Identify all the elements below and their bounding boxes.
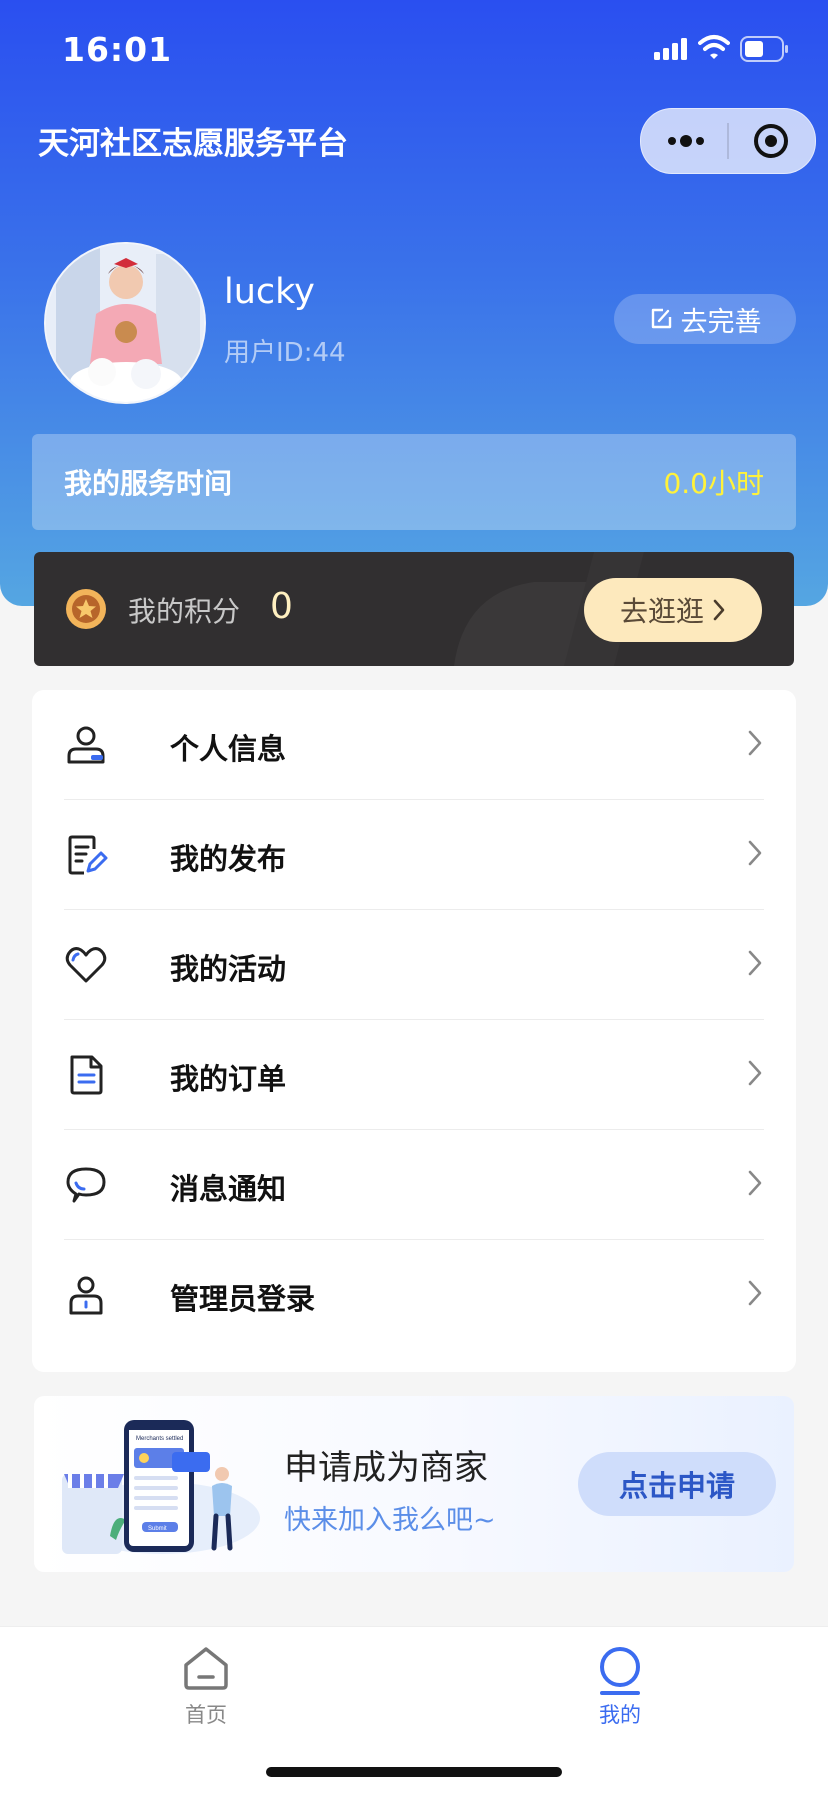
illustration-submit-text: Submit bbox=[148, 1526, 167, 1532]
page-title: 天河社区志愿服务平台 bbox=[38, 126, 348, 162]
close-miniprogram-button[interactable] bbox=[729, 109, 815, 173]
avatar[interactable] bbox=[44, 242, 206, 404]
edit-document-icon bbox=[68, 835, 108, 875]
tab-home-label: 首页 bbox=[185, 1703, 227, 1727]
order-document-icon bbox=[70, 1055, 103, 1095]
username: lucky bbox=[224, 272, 315, 312]
menu-item-my-activities[interactable]: 我的活动 bbox=[64, 910, 764, 1020]
complete-profile-label: 去完善 bbox=[680, 306, 762, 338]
chevron-right-icon bbox=[748, 950, 762, 976]
chat-bubble-icon bbox=[66, 1167, 106, 1203]
menu-item-label: 我的活动 bbox=[170, 952, 287, 986]
menu-item-my-orders[interactable]: 我的订单 bbox=[64, 1020, 764, 1130]
points-card: 我的积分 0 去逛逛 bbox=[34, 552, 794, 666]
profile-tab-icon bbox=[600, 1647, 640, 1695]
apply-merchant-button[interactable]: 点击申请 bbox=[578, 1452, 776, 1516]
go-shopping-label: 去逛逛 bbox=[619, 595, 704, 628]
menu-item-label: 个人信息 bbox=[170, 732, 287, 766]
status-bar: 16:01 bbox=[0, 0, 828, 100]
service-time-card: 我的服务时间 0.0小时 bbox=[32, 434, 796, 530]
merchant-apply-banner[interactable]: Merchants settled Submit 申请成为商家 快来加入我么吧~… bbox=[34, 1396, 794, 1572]
tab-profile-label: 我的 bbox=[599, 1703, 641, 1727]
menu-item-my-posts[interactable]: 我的发布 bbox=[64, 800, 764, 910]
points-label: 我的积分 bbox=[128, 595, 241, 628]
merchant-title: 申请成为商家 bbox=[284, 1448, 488, 1488]
service-time-label: 我的服务时间 bbox=[64, 467, 233, 500]
status-time: 16:01 bbox=[62, 30, 173, 69]
service-time-value: 0.0小时 bbox=[663, 467, 764, 500]
home-icon bbox=[184, 1647, 228, 1690]
merchant-subtitle: 快来加入我么吧~ bbox=[284, 1505, 496, 1536]
more-dots-icon bbox=[668, 135, 704, 147]
chevron-right-icon bbox=[748, 1060, 762, 1086]
tab-home[interactable]: 首页 bbox=[126, 1637, 286, 1737]
menu-item-label: 消息通知 bbox=[170, 1172, 287, 1206]
points-value: 0 bbox=[270, 586, 293, 627]
menu-item-label: 我的订单 bbox=[170, 1062, 287, 1096]
user-id: 用户ID:44 bbox=[224, 338, 346, 368]
menu-item-label: 管理员登录 bbox=[170, 1282, 316, 1316]
mini-program-capsule bbox=[640, 108, 816, 174]
chevron-right-icon bbox=[748, 1170, 762, 1196]
more-options-button[interactable] bbox=[641, 109, 727, 173]
chevron-right-icon bbox=[713, 599, 725, 621]
menu-item-label: 我的发布 bbox=[170, 842, 287, 876]
battery-icon bbox=[740, 36, 788, 62]
user-profile-icon bbox=[67, 726, 105, 764]
heart-icon bbox=[65, 947, 107, 983]
bottom-tab-bar: 首页 我的 bbox=[0, 1626, 828, 1793]
edit-icon bbox=[651, 308, 671, 329]
complete-profile-button[interactable]: 去完善 bbox=[614, 294, 796, 344]
avatar-photo bbox=[46, 244, 204, 402]
admin-user-icon bbox=[69, 1276, 103, 1315]
go-shopping-button[interactable]: 去逛逛 bbox=[584, 578, 762, 642]
points-coin-icon bbox=[66, 589, 106, 629]
chevron-right-icon bbox=[748, 1280, 762, 1306]
wifi-icon bbox=[698, 35, 730, 59]
home-indicator bbox=[266, 1767, 562, 1777]
menu-item-personal-info[interactable]: 个人信息 bbox=[64, 690, 764, 800]
target-close-icon bbox=[754, 124, 788, 158]
tab-profile[interactable]: 我的 bbox=[540, 1637, 700, 1737]
menu-list: 个人信息 我的发布 我的活动 我的订单 消息通知 管理员登录 bbox=[32, 690, 796, 1372]
chevron-right-icon bbox=[748, 730, 762, 756]
menu-item-admin-login[interactable]: 管理员登录 bbox=[64, 1240, 764, 1350]
menu-item-notifications[interactable]: 消息通知 bbox=[64, 1130, 764, 1240]
cellular-signal-icon bbox=[654, 38, 687, 60]
merchant-illustration: Merchants settled Submit bbox=[62, 1420, 260, 1554]
chevron-right-icon bbox=[748, 840, 762, 866]
illustration-header-text: Merchants settled bbox=[136, 1436, 183, 1442]
